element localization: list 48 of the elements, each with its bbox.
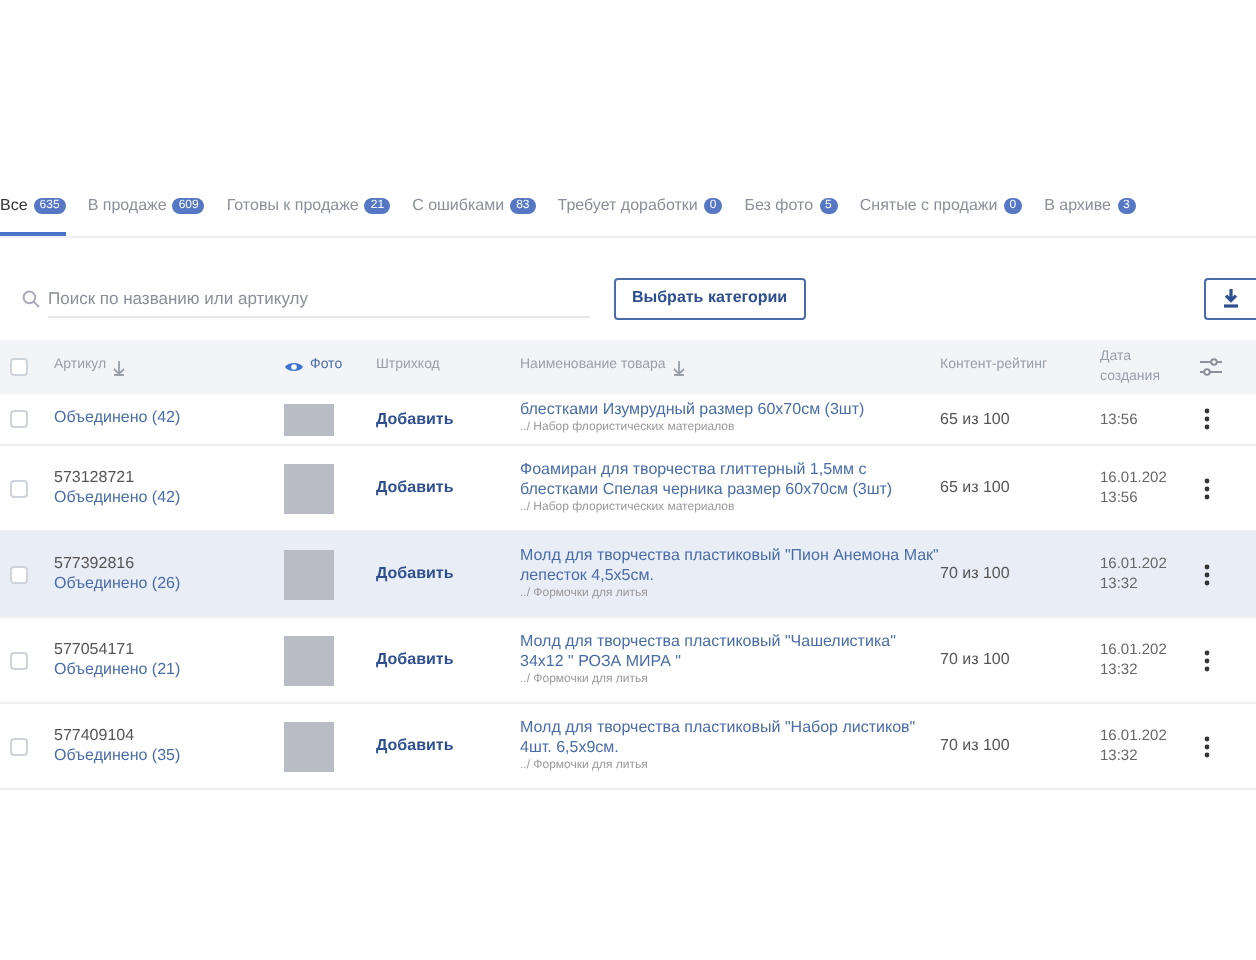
select-categories-button[interactable]: Выбрать категории (614, 277, 806, 319)
rating-value: 70 из 100 (940, 650, 1010, 668)
row-checkbox[interactable] (10, 565, 28, 583)
more-options-icon[interactable] (1204, 477, 1210, 499)
more-options-icon[interactable] (1204, 735, 1210, 757)
add-barcode-link[interactable]: Добавить (376, 409, 454, 427)
row-checkbox[interactable] (10, 479, 28, 497)
add-barcode-link[interactable]: Добавить (376, 564, 454, 582)
merged-link[interactable]: Объединено (42) (54, 408, 284, 430)
article-number: 577054171 (54, 639, 137, 660)
sort-arrow-icon[interactable] (671, 359, 686, 375)
product-name-link[interactable]: Молд для творчества пластиковый "Пион Анемона Мак" лепесток 4,5х5см. (520, 545, 940, 585)
download-icon (1222, 288, 1240, 308)
download-button[interactable] (1204, 277, 1256, 319)
merged-link[interactable]: Объединено (42) (54, 488, 284, 509)
add-barcode-link[interactable]: Добавить (376, 478, 454, 496)
article-number: 573128721 (54, 467, 137, 488)
photo-placeholder (284, 549, 334, 599)
row-checkbox[interactable] (10, 410, 28, 428)
row-checkbox[interactable] (10, 737, 28, 755)
rating-value: 65 из 100 (940, 409, 1010, 427)
photo-placeholder (284, 403, 334, 435)
search-icon (22, 289, 40, 307)
photo-placeholder (284, 635, 334, 685)
product-name-link[interactable]: Молд для творчества пластиковый "Чашелистика" 34х12 " РОЗА МИРА " (520, 631, 940, 671)
row-checkbox[interactable] (10, 651, 28, 669)
merged-link[interactable]: Объединено (21) (54, 660, 284, 681)
rating-value: 65 из 100 (940, 478, 1010, 496)
more-options-icon[interactable] (1204, 649, 1210, 671)
eye-icon[interactable] (284, 360, 304, 374)
article-number: 577392816 (54, 553, 137, 574)
rating-value: 70 из 100 (940, 736, 1010, 754)
add-barcode-link[interactable]: Добавить (376, 736, 454, 754)
product-name-link[interactable]: блестками Изумрудный размер 60x70см (3шт) (520, 400, 940, 420)
product-name-link[interactable]: Молд для творчества пластиковый "Набор листиков" 4шт. 6,5х9см. (520, 717, 940, 757)
settings-sliders-icon[interactable] (1200, 358, 1222, 376)
article-number: 577409104 (54, 725, 137, 746)
more-options-icon[interactable] (1204, 563, 1210, 585)
photo-placeholder (284, 721, 334, 771)
add-barcode-link[interactable]: Добавить (376, 650, 454, 668)
merged-link[interactable]: Объединено (35) (54, 746, 284, 767)
product-name-link[interactable]: Фоамиран для творчества глиттерный 1,5мм с блестками Спелая черника размер 60x70см (3шт) (520, 459, 940, 499)
rating-value: 70 из 100 (940, 564, 1010, 582)
merged-link[interactable]: Объединено (26) (54, 574, 284, 595)
select-all-checkbox[interactable] (10, 358, 28, 376)
photo-placeholder (284, 463, 334, 513)
more-options-icon[interactable] (1204, 408, 1210, 430)
sort-arrow-icon[interactable] (112, 359, 127, 375)
